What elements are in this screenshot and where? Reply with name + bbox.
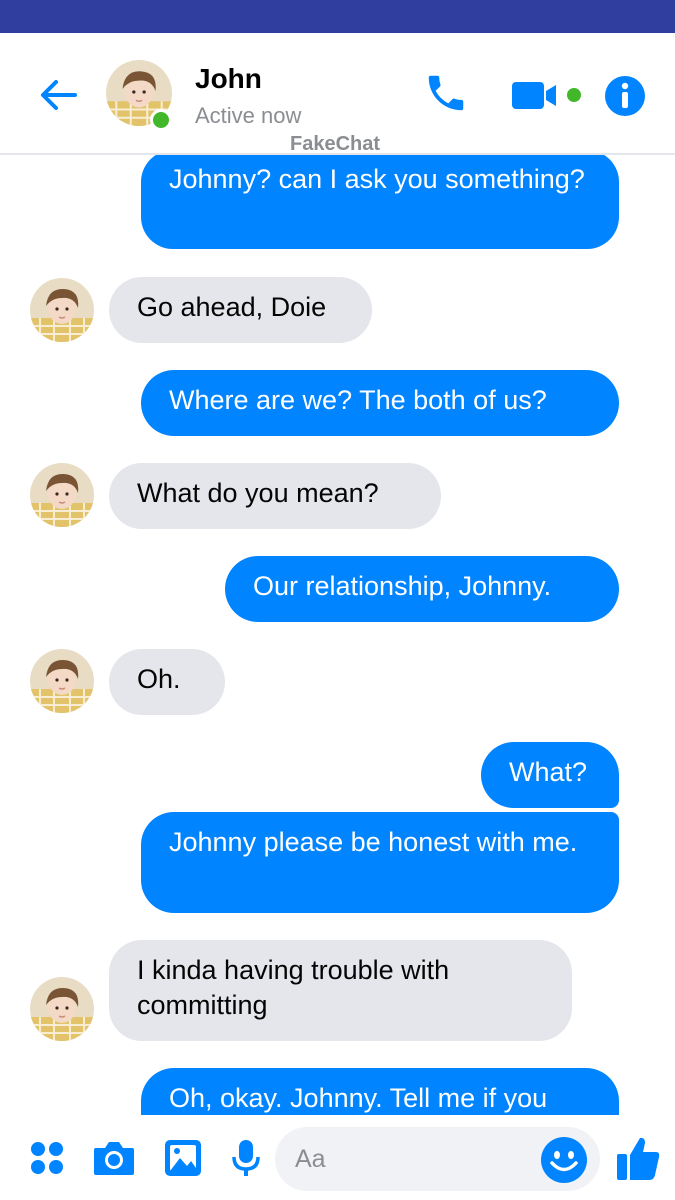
phone-icon bbox=[428, 75, 464, 111]
message-bubble-outgoing[interactable]: Oh, okay. Johnny. Tell me if you bbox=[141, 1068, 619, 1115]
contact-avatar-small[interactable] bbox=[30, 649, 94, 713]
info-icon bbox=[605, 76, 645, 116]
camera-icon bbox=[94, 1142, 134, 1175]
message-bubble-outgoing[interactable]: Our relationship, Johnny. bbox=[225, 556, 619, 622]
gallery-button[interactable] bbox=[160, 1135, 206, 1181]
camera-button[interactable] bbox=[90, 1135, 138, 1181]
contact-name[interactable]: John bbox=[195, 63, 262, 95]
message-list[interactable]: Johnny? can I ask you something? Go ahea… bbox=[0, 155, 675, 1115]
message-bubble-outgoing[interactable]: Johnny please be honest with me. bbox=[141, 812, 619, 913]
online-indicator bbox=[150, 109, 172, 131]
thumbs-up-icon bbox=[617, 1137, 660, 1180]
message-bubble-incoming[interactable]: What do you mean? bbox=[109, 463, 441, 529]
app-watermark: FakeChat bbox=[290, 133, 381, 155]
contact-avatar-small[interactable] bbox=[30, 977, 94, 1041]
message-composer bbox=[0, 1115, 675, 1200]
message-bubble-incoming[interactable]: Oh. bbox=[109, 649, 225, 715]
message-bubble-outgoing[interactable]: Johnny? can I ask you something? bbox=[141, 155, 619, 249]
message-input[interactable] bbox=[295, 1127, 535, 1191]
voice-record-button[interactable] bbox=[226, 1135, 266, 1181]
status-bar bbox=[0, 0, 675, 33]
contact-avatar-small[interactable] bbox=[30, 463, 94, 527]
apps-grid-icon bbox=[31, 1142, 63, 1174]
message-bubble-outgoing[interactable]: What? bbox=[481, 742, 619, 808]
emoji-icon bbox=[541, 1137, 587, 1183]
info-button[interactable] bbox=[600, 71, 650, 121]
message-bubble-incoming[interactable]: Go ahead, Doie bbox=[109, 277, 372, 343]
video-call-button[interactable] bbox=[508, 73, 588, 117]
voice-call-button[interactable] bbox=[420, 67, 472, 119]
microphone-icon bbox=[232, 1140, 260, 1176]
video-camera-icon bbox=[512, 82, 581, 109]
chat-header: John Active now FakeChat bbox=[0, 33, 675, 155]
like-button[interactable] bbox=[612, 1131, 664, 1185]
apps-button[interactable] bbox=[24, 1135, 70, 1181]
contact-avatar-small[interactable] bbox=[30, 278, 94, 342]
emoji-button[interactable] bbox=[540, 1136, 588, 1184]
active-status: Active now bbox=[195, 103, 302, 128]
arrow-left-icon bbox=[41, 80, 77, 110]
message-bubble-outgoing[interactable]: Where are we? The both of us? bbox=[141, 370, 619, 436]
message-bubble-incoming[interactable]: I kinda having trouble with committing bbox=[109, 940, 572, 1041]
gallery-icon bbox=[165, 1140, 201, 1176]
back-button[interactable] bbox=[34, 71, 82, 119]
